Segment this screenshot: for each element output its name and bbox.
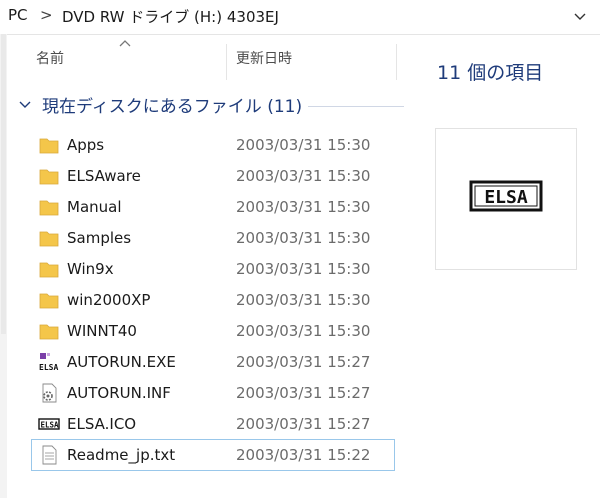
file-row[interactable]: AUTORUN.INF 2003/03/31 15:27 xyxy=(32,378,394,408)
file-name: ELSA.ICO xyxy=(67,415,137,433)
chevron-down-icon[interactable] xyxy=(572,8,588,24)
text-file-icon xyxy=(42,445,57,465)
breadcrumb-separator: > xyxy=(40,6,53,24)
file-date: 2003/03/31 15:30 xyxy=(236,322,371,340)
scrollbar-thumb[interactable] xyxy=(1,34,6,334)
elsa-logo-icon: ELSA xyxy=(38,418,60,430)
file-name: Win9x xyxy=(67,260,114,278)
breadcrumb-pc[interactable]: PC xyxy=(8,6,28,24)
file-date: 2003/03/31 15:22 xyxy=(236,446,371,464)
folder-icon xyxy=(39,231,59,247)
column-header-modified[interactable]: 更新日時 xyxy=(236,48,292,68)
file-name: AUTORUN.EXE xyxy=(67,353,176,371)
address-bar[interactable]: PC > DVD RW ドライブ (H:) 4303EJ xyxy=(0,0,600,35)
group-label: 現在ディスクにあるファイル (11) xyxy=(42,97,303,117)
column-header-name[interactable]: 名前 xyxy=(36,48,64,68)
file-date: 2003/03/31 15:27 xyxy=(236,415,371,433)
file-date: 2003/03/31 15:30 xyxy=(236,229,371,247)
preview-logo-text: ELSA xyxy=(484,187,528,208)
svg-text:ELSA: ELSA xyxy=(39,363,58,372)
breadcrumb-drive[interactable]: DVD RW ドライブ (H:) 4303EJ xyxy=(62,6,279,27)
file-row[interactable]: ELSAware 2003/03/31 15:30 xyxy=(32,161,394,191)
folder-icon xyxy=(39,169,59,185)
item-count: 11 個の項目 xyxy=(437,62,544,84)
file-name: ELSAware xyxy=(67,167,141,185)
group-header[interactable]: 現在ディスクにあるファイル (11) xyxy=(18,92,404,122)
file-date: 2003/03/31 15:30 xyxy=(236,167,371,185)
file-row[interactable]: WINNT40 2003/03/31 15:30 xyxy=(32,316,394,346)
file-row[interactable]: Readme_jp.txt 2003/03/31 15:22 xyxy=(31,439,395,471)
folder-icon xyxy=(39,200,59,216)
navigation-pane-edge xyxy=(0,34,7,498)
sort-ascending-icon xyxy=(119,40,131,47)
file-name: win2000XP xyxy=(67,291,151,309)
file-name: Apps xyxy=(67,136,105,154)
file-row[interactable]: ELSA AUTORUN.EXE 2003/03/31 15:27 xyxy=(32,347,394,377)
chevron-down-icon[interactable] xyxy=(18,98,32,112)
svg-text:ELSA: ELSA xyxy=(41,421,60,430)
folder-icon xyxy=(39,262,59,278)
file-date: 2003/03/31 15:30 xyxy=(236,291,371,309)
file-date: 2003/03/31 15:27 xyxy=(236,353,371,371)
file-date: 2003/03/31 15:27 xyxy=(236,384,371,402)
column-divider[interactable] xyxy=(396,44,397,80)
elsa-exe-icon: ELSA xyxy=(39,353,58,372)
file-row[interactable]: ELSA ELSA.ICO 2003/03/31 15:27 xyxy=(32,409,394,439)
file-date: 2003/03/31 15:30 xyxy=(236,136,371,154)
folder-icon xyxy=(39,293,59,309)
elsa-logo-icon: ELSA xyxy=(469,180,543,212)
settings-file-icon xyxy=(42,383,57,403)
file-date: 2003/03/31 15:30 xyxy=(236,198,371,216)
file-row[interactable]: Manual 2003/03/31 15:30 xyxy=(32,192,394,222)
file-name: Manual xyxy=(67,198,122,216)
file-name: Readme_jp.txt xyxy=(67,446,176,464)
file-row[interactable]: Apps 2003/03/31 15:30 xyxy=(32,130,394,160)
file-date: 2003/03/31 15:30 xyxy=(236,260,371,278)
file-row[interactable]: Samples 2003/03/31 15:30 xyxy=(32,223,394,253)
file-row[interactable]: win2000XP 2003/03/31 15:30 xyxy=(32,285,394,315)
group-divider xyxy=(308,106,404,107)
file-name: Samples xyxy=(67,229,132,247)
column-divider[interactable] xyxy=(226,44,227,80)
folder-icon xyxy=(39,138,59,154)
file-row[interactable]: Win9x 2003/03/31 15:30 xyxy=(32,254,394,284)
folder-icon xyxy=(39,324,59,340)
file-name: AUTORUN.INF xyxy=(67,384,171,402)
preview-thumbnail: ELSA xyxy=(435,128,577,270)
file-name: WINNT40 xyxy=(67,322,137,340)
